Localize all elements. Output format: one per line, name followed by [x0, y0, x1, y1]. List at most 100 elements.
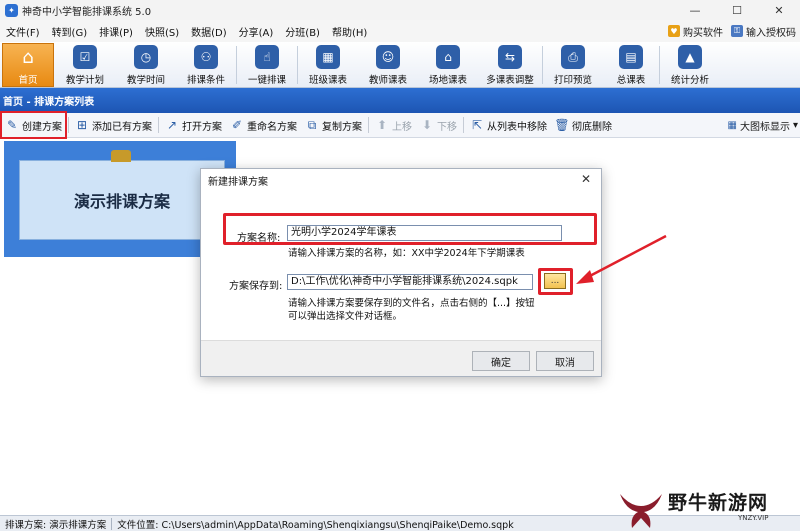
printer-icon: ⎙ [561, 45, 585, 69]
plan-name-input[interactable]: 光明小学2024学年课表 [287, 225, 562, 241]
plan-name-label: 方案名称: [237, 233, 281, 244]
ribbon-master-timetable-label: 总课表 [616, 75, 646, 86]
view-mode-dropdown[interactable]: ▦ 大图标显示 ▾ [728, 113, 798, 138]
plan-name-hint: 请输入排课方案的名称，如：XX中学2024年下学期课表 [288, 248, 525, 259]
move-up-label: 上移 [392, 121, 412, 133]
ribbon-toolbar: ⌂ 首页 ☑ 教学计划 ◷ 教学时间 ⚇ 排课条件 ☝ 一键排课 ▦ 班级课表 … [0, 42, 800, 88]
ribbon-scheduling-conditions-label: 排课条件 [186, 75, 225, 86]
save-path-label: 方案保存到: [229, 281, 283, 292]
arrow-up-icon: ⬆ [376, 118, 388, 132]
ribbon-teaching-plan[interactable]: ☑ 教学计划 [54, 43, 116, 87]
edit-icon: ✎ [6, 118, 18, 132]
command-separator [368, 117, 369, 133]
ribbon-class-timetable[interactable]: ▦ 班级课表 [298, 43, 358, 87]
app-icon: ✦ [5, 3, 18, 17]
buy-software-link[interactable]: ♥ 购买软件 [668, 24, 723, 39]
clipboard-icon: ☑ [73, 45, 97, 69]
rename-plan-button[interactable]: ✐ 重命名方案 [226, 114, 301, 137]
ribbon-home[interactable]: ⌂ 首页 [2, 43, 54, 87]
ribbon-class-timetable-label: 班级课表 [308, 75, 347, 86]
add-existing-plan-button[interactable]: ⊞ 添加已有方案 [71, 114, 156, 137]
large-icons-icon: ▦ [727, 120, 737, 131]
license-code-link[interactable]: ⚿ 输入授权码 [731, 24, 796, 39]
home-icon: ⌂ [22, 47, 34, 68]
ribbon-teacher-timetable-label: 教师课表 [368, 75, 407, 86]
remove-from-list-button[interactable]: ⇱ 从列表中移除 [466, 114, 551, 137]
rename-plan-label: 重命名方案 [247, 121, 297, 133]
ribbon-one-click-schedule-label: 一键排课 [247, 75, 286, 86]
ribbon-multi-timetable-adjust-label: 多课表调整 [486, 75, 534, 86]
move-down-label: 下移 [437, 121, 457, 133]
open-plan-label: 打开方案 [182, 121, 222, 133]
new-plan-dialog: 新建排课方案 ✕ 方案名称: 光明小学2024学年课表 请输入排课方案的名称，如… [200, 168, 602, 377]
dialog-body: 方案名称: 光明小学2024学年课表 请输入排课方案的名称，如：XX中学2024… [201, 191, 601, 341]
ribbon-statistics-label: 统计分析 [670, 75, 709, 86]
nodes-icon: ⚇ [194, 45, 218, 69]
menu-class-split[interactable]: 分班(B) [279, 24, 326, 39]
chart-icon: ▲ [678, 45, 702, 69]
delete-plan-label: 彻底删除 [572, 121, 612, 133]
annotation-arrow [576, 234, 667, 284]
command-bar: ✎ 创建方案 ⊞ 添加已有方案 ↗ 打开方案 ✐ 重命名方案 ⧉ 复制方案 ⬆ … [0, 111, 800, 139]
move-up-button[interactable]: ⬆ 上移 [371, 114, 416, 137]
schedule-icon: ▤ [619, 45, 643, 69]
close-button[interactable]: ✕ [758, 0, 800, 20]
ribbon-teaching-time[interactable]: ◷ 教学时间 [116, 43, 176, 87]
rename-icon: ✐ [231, 118, 243, 132]
ribbon-one-click-schedule[interactable]: ☝ 一键排课 [237, 43, 297, 87]
status-file-location: 文件位置: C:\Users\admin\AppData\Roaming\She… [117, 519, 514, 531]
open-icon: ↗ [166, 118, 178, 132]
delete-plan-button[interactable]: 🗑 彻底删除 [551, 114, 616, 137]
heart-icon: ♥ [668, 25, 680, 37]
browse-button[interactable]: ... [544, 273, 566, 289]
open-plan-button[interactable]: ↗ 打开方案 [161, 114, 226, 137]
adjust-icon: ⇆ [498, 45, 522, 69]
add-icon: ⊞ [76, 118, 88, 132]
menu-snapshot[interactable]: 快照(S) [139, 24, 185, 39]
dialog-close-icon[interactable]: ✕ [581, 172, 591, 186]
menu-goto[interactable]: 转到(G) [46, 24, 94, 39]
menu-help[interactable]: 帮助(H) [326, 24, 373, 39]
copy-plan-label: 复制方案 [322, 121, 362, 133]
ribbon-print-preview[interactable]: ⎙ 打印预览 [543, 43, 603, 87]
view-mode-label: 大图标显示 [739, 122, 790, 133]
ribbon-statistics[interactable]: ▲ 统计分析 [660, 43, 720, 87]
ribbon-scheduling-conditions[interactable]: ⚇ 排课条件 [176, 43, 236, 87]
command-separator [463, 117, 464, 133]
plan-card-title: 演示排课方案 [19, 160, 225, 240]
copy-icon: ⧉ [307, 117, 317, 132]
grid-icon: ▦ [316, 45, 340, 69]
watermark-subtext: YNZY.VIP [738, 514, 769, 522]
menu-data[interactable]: 数据(D) [185, 24, 233, 39]
arrow-down-icon: ⬇ [421, 118, 433, 132]
ribbon-teacher-timetable[interactable]: ☺ 教师课表 [358, 43, 418, 87]
ribbon-multi-timetable-adjust[interactable]: ⇆ 多课表调整 [478, 43, 542, 87]
clock-icon: ◷ [134, 45, 158, 69]
menu-share[interactable]: 分享(A) [233, 24, 280, 39]
watermark: 野牛新游网 YNZY.VIP [614, 486, 800, 531]
ribbon-venue-timetable-label: 场地课表 [428, 75, 467, 86]
cancel-button[interactable]: 取消 [536, 351, 594, 371]
remove-icon: ⇱ [471, 118, 483, 132]
hand-icon: ☝ [255, 45, 279, 69]
copy-plan-button[interactable]: ⧉ 复制方案 [301, 114, 366, 137]
menu-file[interactable]: 文件(F) [0, 24, 46, 39]
create-plan-button[interactable]: ✎ 创建方案 [0, 111, 67, 139]
ribbon-teaching-time-label: 教学时间 [126, 75, 165, 86]
add-existing-plan-label: 添加已有方案 [92, 121, 152, 133]
ok-button[interactable]: 确定 [472, 351, 530, 371]
ribbon-master-timetable[interactable]: ▤ 总课表 [603, 43, 659, 87]
buy-software-label: 购买软件 [683, 27, 723, 39]
menu-schedule[interactable]: 排课(P) [93, 24, 139, 39]
maximize-button[interactable]: ☐ [716, 0, 758, 20]
chevron-down-icon: ▾ [792, 120, 798, 131]
minimize-button[interactable]: — [674, 0, 716, 20]
key-icon: ⚿ [731, 25, 743, 37]
window-title: 神奇中小学智能排课系统 5.0 [22, 6, 152, 18]
move-down-button[interactable]: ⬇ 下移 [416, 114, 461, 137]
watermark-text: 野牛新游网 [668, 492, 769, 514]
dialog-title-bar: 新建排课方案 ✕ [201, 169, 601, 191]
save-path-input[interactable]: D:\工作\优化\神奇中小学智能排课系统\2024.sqpk [287, 274, 533, 290]
ribbon-venue-timetable[interactable]: ⌂ 场地课表 [418, 43, 478, 87]
clip-icon [111, 150, 131, 162]
